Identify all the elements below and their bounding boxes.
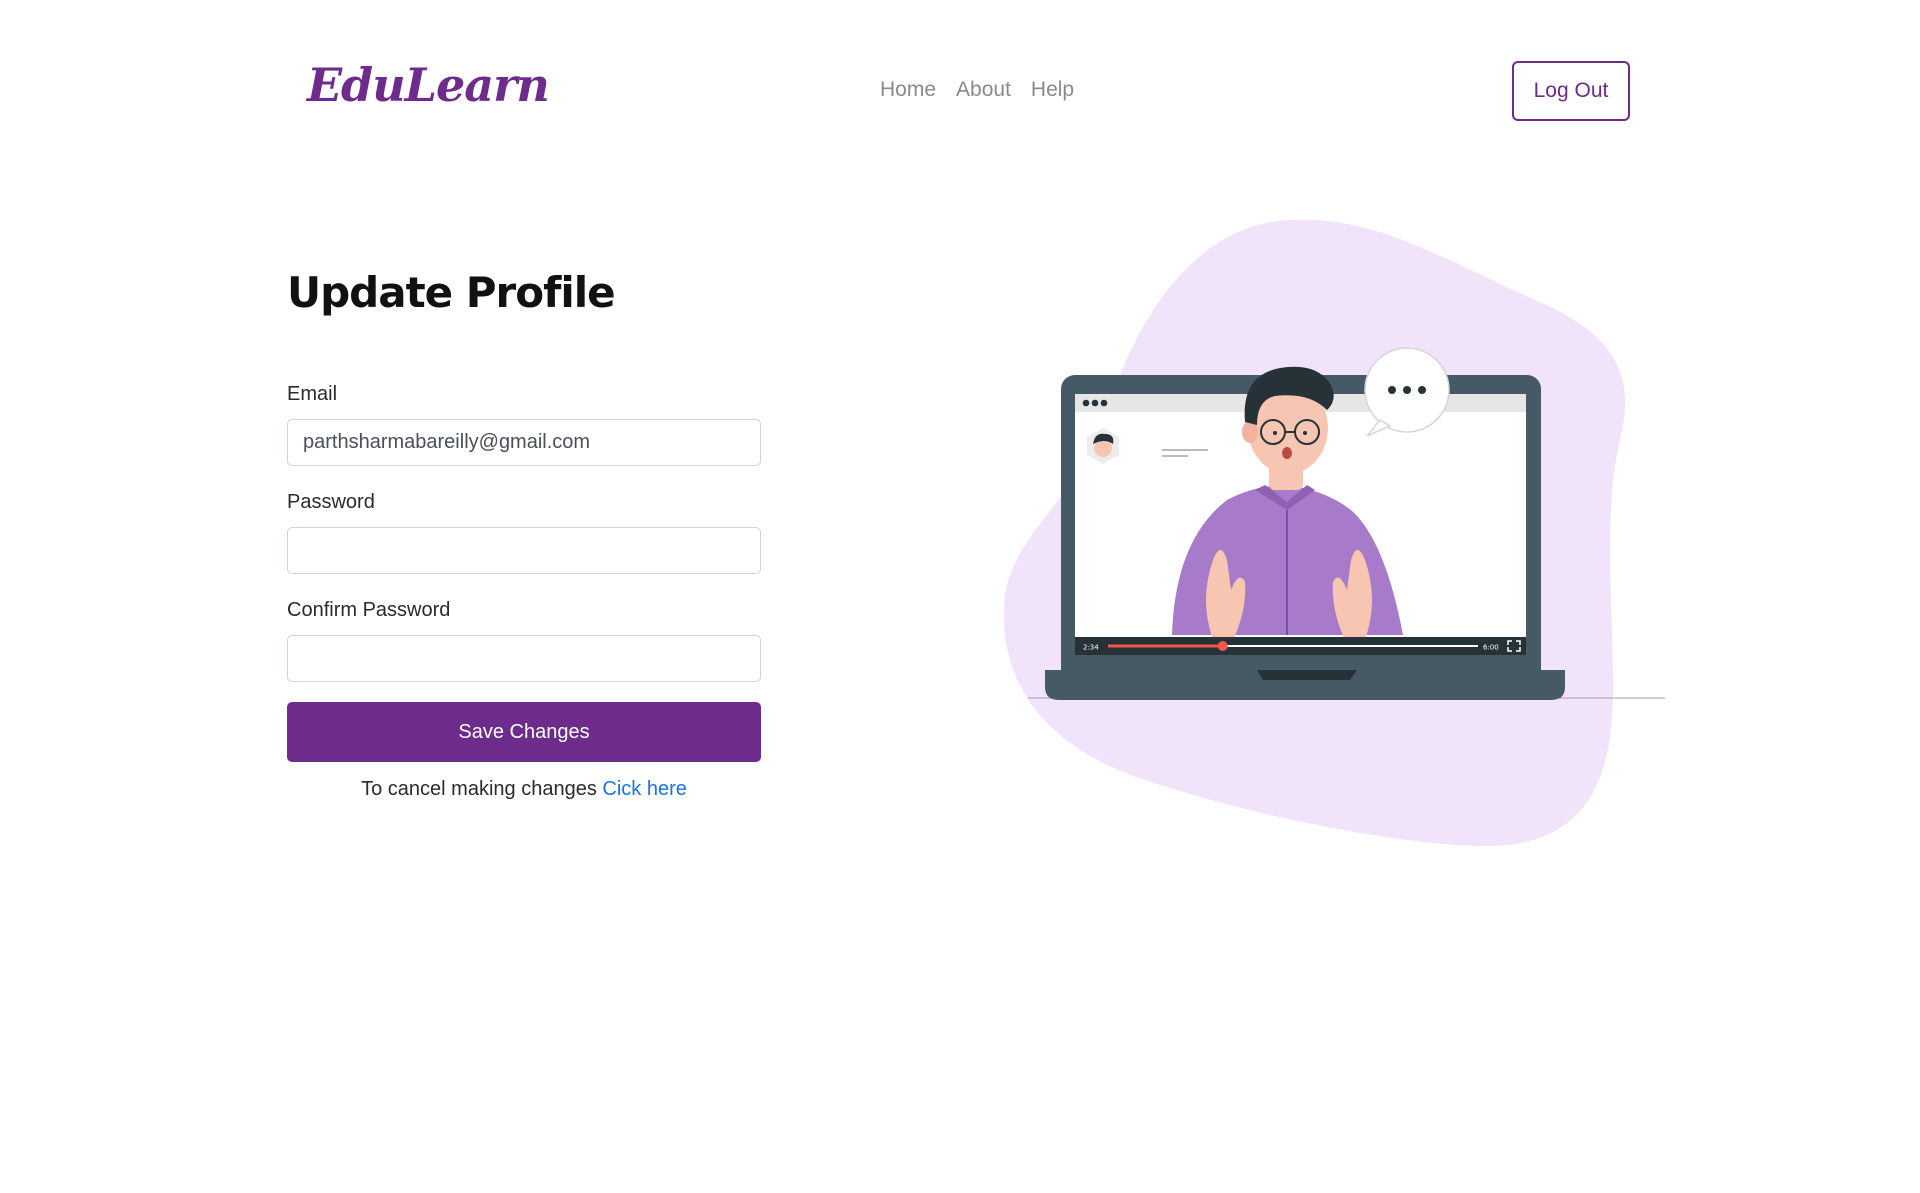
email-field[interactable] — [287, 419, 761, 466]
nav-home-link[interactable]: Home — [880, 78, 936, 102]
presenter-eye — [1303, 431, 1307, 435]
cancel-link[interactable]: Cick here — [602, 778, 686, 800]
password-label: Password — [287, 491, 375, 513]
confirm-password-label: Confirm Password — [287, 599, 451, 621]
save-changes-button[interactable]: Save Changes — [287, 702, 761, 762]
cancel-text: To cancel making changes — [361, 778, 597, 800]
brand-logo[interactable]: EduLearn — [307, 58, 550, 112]
nav-help-link[interactable]: Help — [1031, 78, 1074, 102]
video-call-illustration: 2:34 6:00 — [995, 210, 1675, 860]
window-dot-icon — [1082, 399, 1090, 407]
page-title: Update Profile — [287, 268, 616, 317]
cancel-row: To cancel making changes Cick here — [287, 778, 761, 801]
typing-dot-icon — [1418, 386, 1426, 394]
window-dot-icon — [1091, 399, 1099, 407]
update-profile-form: Update Profile Email Password Confirm Pa… — [287, 268, 761, 800]
presenter-eye — [1273, 431, 1277, 435]
password-field[interactable] — [287, 527, 761, 574]
nav-about-link[interactable]: About — [956, 78, 1011, 102]
laptop-notch — [1257, 670, 1357, 680]
video-elapsed-time: 2:34 — [1083, 644, 1099, 652]
typing-dot-icon — [1388, 386, 1396, 394]
illustration-svg: 2:34 6:00 — [1003, 219, 1665, 847]
video-total-time: 6:00 — [1483, 644, 1499, 652]
presenter-mouth — [1282, 447, 1292, 459]
typing-dot-icon — [1403, 386, 1411, 394]
logout-button[interactable]: Log Out — [1512, 61, 1630, 121]
window-dot-icon — [1100, 399, 1108, 407]
navbar: EduLearn Home About Help Log Out — [0, 0, 1920, 184]
nav-links: Home About Help — [880, 78, 1074, 102]
email-label: Email — [287, 383, 338, 405]
video-progress-knob[interactable] — [1217, 641, 1228, 651]
confirm-password-field[interactable] — [287, 635, 761, 682]
